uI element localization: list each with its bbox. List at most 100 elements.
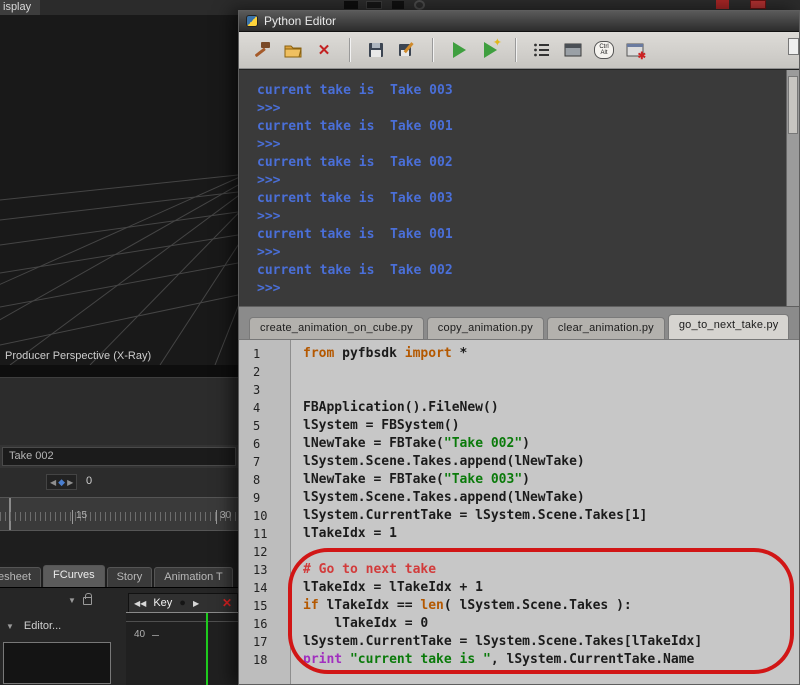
save-icon[interactable] xyxy=(365,39,387,61)
console-scrollbar[interactable] xyxy=(786,70,799,307)
debug-icon[interactable]: ✱ xyxy=(624,39,646,62)
record-icon[interactable] xyxy=(716,0,729,9)
stop-dot-icon[interactable]: ● xyxy=(179,597,186,609)
script-tab-create_animation_on_cube.py[interactable]: create_animation_on_cube.py xyxy=(249,317,424,339)
menu-item-display[interactable]: isplay xyxy=(0,0,41,15)
run-selection-icon[interactable]: ✦ xyxy=(479,37,502,61)
viewport-3d[interactable]: Producer Perspective (X-Ray) xyxy=(0,15,238,365)
python-console[interactable]: current take is Take 003 >>> current take… xyxy=(239,69,799,307)
pane-tab-Animation T[interactable]: Animation T xyxy=(154,567,233,587)
pane-options-row: ▼ xyxy=(68,592,92,605)
step-left-icon[interactable]: ◀ xyxy=(50,478,56,487)
rewind-icon[interactable]: ◀◀ xyxy=(134,599,146,608)
build-hammer-icon[interactable] xyxy=(251,39,273,61)
key-button[interactable]: Key xyxy=(153,597,172,609)
script-tab-copy_animation.py[interactable]: copy_animation.py xyxy=(426,317,544,339)
timeline-ticks xyxy=(0,512,238,521)
viewport-label: Producer Perspective (X-Ray) xyxy=(5,350,152,362)
line-number: 3 xyxy=(253,383,261,397)
step-right-icon[interactable]: ▶ xyxy=(67,478,73,487)
python-editor-titlebar[interactable]: Python Editor xyxy=(239,11,799,32)
console-line: current take is Take 002 xyxy=(257,263,453,278)
code-line: 2 xyxy=(239,363,799,381)
code-text: FBApplication().FileNew() xyxy=(303,400,499,415)
lock-icon[interactable] xyxy=(82,592,92,605)
line-number: 15 xyxy=(253,599,268,613)
fcurve-list-panel[interactable] xyxy=(3,642,111,684)
line-number: 4 xyxy=(253,401,261,415)
code-text: from pyfbsdk import * xyxy=(303,346,468,361)
shortcut-ctrl-alt-icon[interactable]: Ctrl Alt xyxy=(593,39,615,61)
chevron-down-icon[interactable]: ▼ xyxy=(6,622,14,631)
time-cursor-line[interactable] xyxy=(206,613,208,685)
menubar-icon[interactable] xyxy=(344,1,358,9)
code-editor[interactable]: 1 from pyfbsdk import * 2 3 4 FBApplication()… xyxy=(239,339,799,684)
close-file-icon[interactable]: ✕ xyxy=(313,39,335,61)
pane-tab-Story[interactable]: Story xyxy=(106,567,153,587)
console-line: >>> xyxy=(257,209,289,224)
code-line: 10 lSystem.CurrentTake = lSystem.Scene.Ta… xyxy=(239,507,799,525)
take-field-wrap: Take 002 xyxy=(0,445,238,468)
script-tab-go_to_next_take.py[interactable]: go_to_next_take.py xyxy=(667,314,790,339)
pane-tab-esheet[interactable]: esheet xyxy=(0,567,42,587)
toolbar-separator xyxy=(349,38,351,62)
toolbar-overflow-button[interactable] xyxy=(788,38,799,55)
code-text: if lTakeIdx == len( lSystem.Scene.Takes … xyxy=(303,598,632,613)
panel-spacer xyxy=(0,530,238,563)
timeline-tick-label: 30 xyxy=(216,510,231,524)
code-line: 1 from pyfbsdk import * xyxy=(239,345,799,363)
line-number: 10 xyxy=(253,509,268,523)
line-number: 6 xyxy=(253,437,261,451)
line-number: 1 xyxy=(253,347,261,361)
timeline-ruler[interactable]: 15 30 xyxy=(0,497,238,531)
toolbar-separator xyxy=(515,38,517,62)
chevron-down-icon[interactable]: ▼ xyxy=(68,596,76,605)
delete-key-icon[interactable]: ✕ xyxy=(222,596,232,610)
menubar-icon[interactable] xyxy=(392,1,404,9)
console-panel-icon[interactable] xyxy=(562,39,584,61)
menubar-icon[interactable] xyxy=(366,1,382,9)
fcurve-graph[interactable]: 40 xyxy=(126,612,238,685)
code-text: lNewTake = FBTake("Take 002") xyxy=(303,436,530,451)
console-line: current take is Take 003 xyxy=(257,83,453,98)
console-line: current take is Take 003 xyxy=(257,191,453,206)
code-text: lTakeIdx = 0 xyxy=(303,616,429,631)
graph-gridline xyxy=(126,621,238,622)
code-line: 8 lNewTake = FBTake("Take 003") xyxy=(239,471,799,489)
code-line: 12 xyxy=(239,543,799,561)
keyframe-diamond-icon: ◆ xyxy=(58,476,66,487)
frame-value: 0 xyxy=(86,475,93,487)
save-as-icon[interactable] xyxy=(396,39,418,61)
console-line: current take is Take 002 xyxy=(257,155,453,170)
code-text: # Go to next take xyxy=(303,562,437,577)
run-icon[interactable] xyxy=(448,39,470,61)
transport-panel xyxy=(0,377,238,445)
code-line: 11 lTakeIdx = 1 xyxy=(239,525,799,543)
pane-tab-FCurves[interactable]: FCurves xyxy=(43,565,105,587)
line-numbers-icon[interactable] xyxy=(531,39,553,61)
code-text: lSystem.CurrentTake = lSystem.Scene.Take… xyxy=(303,508,648,523)
console-output: current take is Take 003 >>> current take… xyxy=(239,70,786,306)
current-take-field[interactable]: Take 002 xyxy=(2,447,236,466)
scrollbar-thumb[interactable] xyxy=(788,76,798,134)
code-text: print "current take is ", lSystem.Curren… xyxy=(303,652,695,667)
python-icon xyxy=(246,15,258,27)
script-tabbar: create_animation_on_cube.py copy_animatio… xyxy=(239,306,799,339)
screen: isplay Producer Perspective (X-Ray) Take… xyxy=(0,0,800,685)
editor-dropdown[interactable]: Editor... xyxy=(24,620,61,632)
line-number: 2 xyxy=(253,365,261,379)
open-file-icon[interactable] xyxy=(282,39,304,61)
code-text: lTakeIdx = lTakeIdx + 1 xyxy=(303,580,484,595)
line-number: 13 xyxy=(253,563,268,577)
toolbar-separator xyxy=(432,38,434,62)
frame-stepper[interactable]: ◀ ◆ ▶ xyxy=(46,474,78,490)
line-number: 5 xyxy=(253,419,261,433)
code-line: 5 lSystem = FBSystem() xyxy=(239,417,799,435)
code-line: 14 lTakeIdx = lTakeIdx + 1 xyxy=(239,579,799,597)
search-icon[interactable] xyxy=(414,0,425,10)
code-text: lSystem = FBSystem() xyxy=(303,418,460,433)
forward-icon[interactable]: ▶ xyxy=(193,599,199,608)
line-number: 9 xyxy=(253,491,261,505)
script-tab-clear_animation.py[interactable]: clear_animation.py xyxy=(546,317,665,339)
